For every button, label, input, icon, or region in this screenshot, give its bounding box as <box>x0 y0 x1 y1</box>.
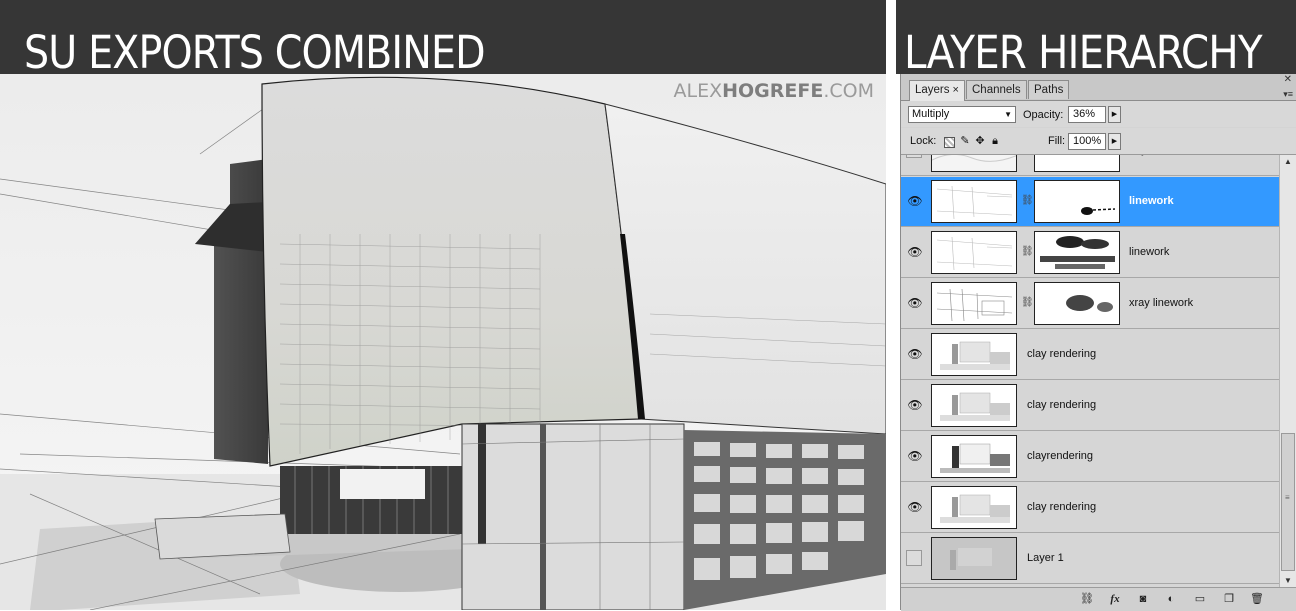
tab-close-icon[interactable]: × <box>953 84 959 96</box>
lock-label: Lock: <box>910 135 937 147</box>
lock-all-icon[interactable]: 🔒︎ <box>989 135 1001 147</box>
layer-name: Layer 1 <box>1027 552 1064 564</box>
layer-name: linework <box>1129 246 1170 258</box>
layer-name: clay rendering <box>1027 501 1097 513</box>
layer-row[interactable]: 👁︎ ⛓ linework <box>901 177 1279 227</box>
scroll-up-icon[interactable]: ▲ <box>1284 157 1292 166</box>
layer-name: clay rendering <box>1027 399 1097 411</box>
panel-menu-icon[interactable]: ▾≡ <box>1283 89 1293 100</box>
layer-row[interactable]: 👁︎ clayrendering <box>901 432 1279 482</box>
right-title: LAYER HIERARCHY <box>904 26 1263 75</box>
layer-name: clayrendering <box>1027 450 1094 462</box>
panel-close-icon[interactable]: ✕ <box>1284 74 1292 85</box>
eye-icon[interactable]: 👁︎ <box>905 191 925 211</box>
layer-row[interactable]: 👁︎ clay rendering <box>901 381 1279 431</box>
lock-options-row: Lock: ✎ ✥ 🔒︎ Fill: 100% ▶ <box>901 128 1296 155</box>
tab-paths[interactable]: Paths <box>1028 80 1070 99</box>
panel-bottom-bar: ⛓ fx ◙ ◐ ▭ ❐ 🗑︎ <box>901 587 1296 611</box>
lock-move-icon[interactable]: ✥ <box>974 135 986 147</box>
layer-list: ⛓ Layer 4 👁︎ ⛓ linework 👁︎ ⛓ linework 👁︎ ⛓ xray li… <box>901 155 1279 587</box>
layer-name: clay rendering <box>1027 348 1097 360</box>
fill-label: Fill: <box>1048 135 1066 147</box>
visibility-toggle[interactable] <box>906 550 922 566</box>
opacity-label: Opacity: <box>1023 109 1064 121</box>
layer-row[interactable]: ⛓ Layer 4 <box>901 155 1279 176</box>
trash-icon[interactable]: 🗑︎ <box>1249 592 1265 607</box>
eye-icon[interactable]: 👁︎ <box>905 497 925 517</box>
layer-name: linework <box>1129 195 1174 207</box>
layer-list-scrollbar[interactable]: ▲ ≡ ▼ <box>1279 155 1296 587</box>
lock-brush-icon[interactable]: ✎ <box>959 135 971 147</box>
panel-divider <box>886 0 896 610</box>
eye-icon[interactable]: 👁︎ <box>905 293 925 313</box>
layer-thumbnail <box>931 486 1017 529</box>
layer-row[interactable]: 👁︎ ⛓ linework <box>901 228 1279 278</box>
visibility-toggle[interactable] <box>906 155 922 158</box>
left-header-bar: SU EXPORTS COMBINED <box>0 0 886 79</box>
layer-mask-thumbnail[interactable] <box>1034 180 1120 223</box>
grip-icon: ≡ <box>1285 493 1290 502</box>
rendering-illustration <box>0 74 886 610</box>
chain-link-icon[interactable]: ⛓ <box>1021 296 1034 310</box>
layer-name: Layer 4 <box>1129 155 1166 156</box>
layer-row[interactable]: 👁︎ clay rendering <box>901 483 1279 533</box>
chain-link-icon[interactable]: ⛓ <box>1021 155 1029 157</box>
layer-row[interactable]: Layer 1 <box>901 534 1279 584</box>
eye-icon[interactable]: 👁︎ <box>905 344 925 364</box>
eye-icon[interactable]: 👁︎ <box>905 242 925 262</box>
chain-link-icon[interactable]: ⛓ <box>1021 194 1034 208</box>
layer-row[interactable]: 👁︎ clay rendering <box>901 330 1279 380</box>
mask-icon[interactable]: ◙ <box>1135 592 1151 607</box>
folder-icon[interactable]: ▭ <box>1192 592 1208 607</box>
chevron-down-icon: ▼ <box>1004 110 1012 119</box>
layer-thumbnail <box>931 155 1017 172</box>
layers-panel: Layers × Channels Paths ✕ ▾≡ Multiply ▼ Op… <box>900 74 1296 611</box>
link-icon[interactable]: ⛓ <box>1079 592 1095 607</box>
layer-thumbnail <box>931 282 1017 325</box>
layer-mask-thumbnail[interactable] <box>1034 155 1120 172</box>
fill-slider-toggle[interactable]: ▶ <box>1108 133 1121 150</box>
panel-tab-strip: Layers × Channels Paths ✕ ▾≡ <box>901 74 1296 101</box>
adjustment-icon[interactable]: ◐ <box>1163 592 1179 607</box>
right-header-bar: LAYER HIERARCHY <box>896 0 1296 74</box>
tab-channels[interactable]: Channels <box>966 80 1027 99</box>
layer-mask-thumbnail[interactable] <box>1034 282 1120 325</box>
layer-thumbnail <box>931 333 1017 376</box>
layer-row[interactable]: 👁︎ ⛓ xray linework <box>901 279 1279 329</box>
layer-thumbnail <box>931 384 1017 427</box>
layer-thumbnail <box>931 435 1017 478</box>
blend-mode-select[interactable]: Multiply ▼ <box>908 106 1016 123</box>
fx-icon[interactable]: fx <box>1107 592 1123 607</box>
blend-options-row: Multiply ▼ Opacity: 36% ▶ <box>901 101 1296 127</box>
architectural-rendering: ALEXHOGREFE.COM <box>0 74 886 610</box>
layer-thumbnail <box>931 537 1017 580</box>
eye-icon[interactable]: 👁︎ <box>905 446 925 466</box>
scroll-thumb[interactable]: ≡ <box>1281 433 1295 571</box>
scroll-down-icon[interactable]: ▼ <box>1284 576 1292 585</box>
eye-icon[interactable]: 👁︎ <box>905 395 925 415</box>
opacity-input[interactable]: 36% <box>1068 106 1106 123</box>
layer-mask-thumbnail[interactable] <box>1034 231 1120 274</box>
lock-transparent-icon[interactable] <box>944 137 955 148</box>
left-title: SU EXPORTS COMBINED <box>24 26 486 79</box>
new-layer-icon[interactable]: ❐ <box>1221 592 1237 607</box>
layer-name: xray linework <box>1129 297 1194 309</box>
watermark: ALEXHOGREFE.COM <box>673 80 874 102</box>
fill-input[interactable]: 100% <box>1068 133 1106 150</box>
layer-thumbnail <box>931 180 1017 223</box>
tab-layers[interactable]: Layers × <box>909 80 965 101</box>
chain-link-icon[interactable]: ⛓ <box>1021 245 1034 259</box>
opacity-slider-toggle[interactable]: ▶ <box>1108 106 1121 123</box>
layer-thumbnail <box>931 231 1017 274</box>
